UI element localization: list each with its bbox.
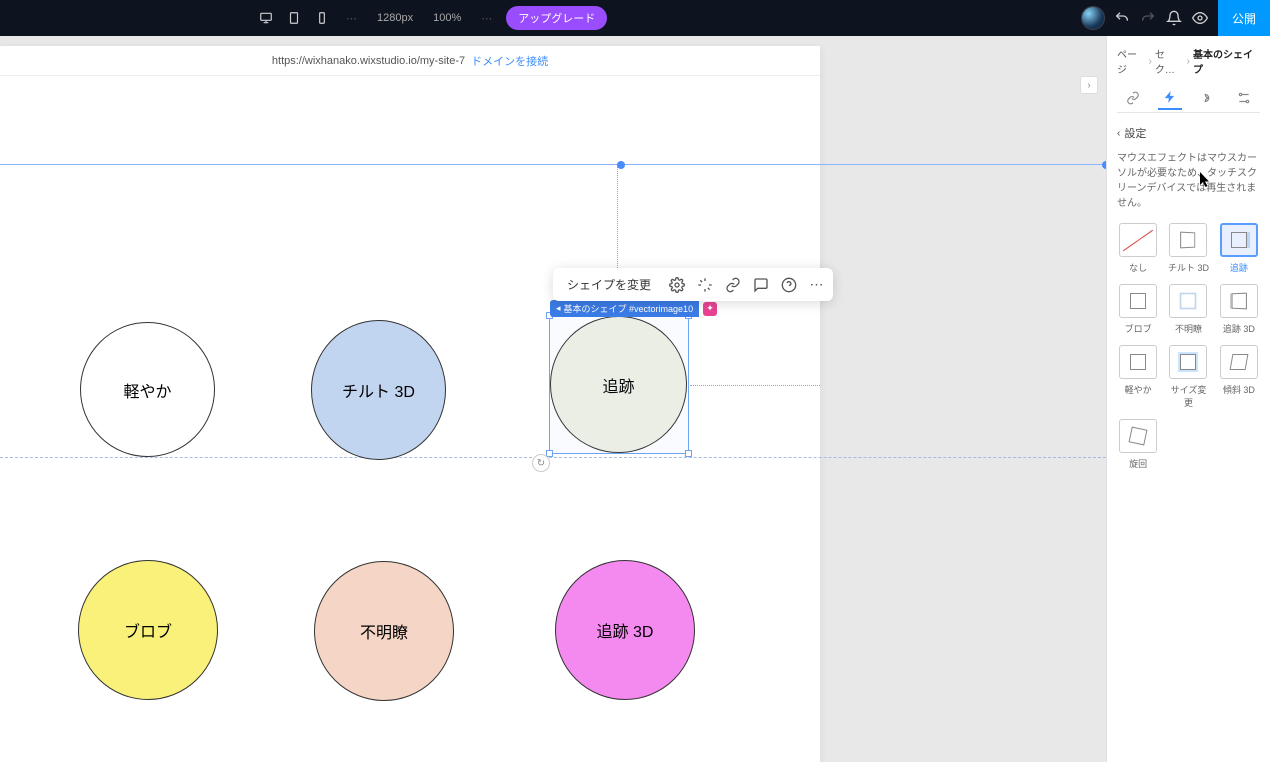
effect-thumb-blob xyxy=(1119,284,1157,318)
shape-blur[interactable]: 不明瞭 xyxy=(314,561,454,701)
tab-adjust-icon[interactable] xyxy=(1232,86,1256,110)
panel-hint: マウスエフェクトはマウスカーソルが必要なため、タッチスクリーンデバイスでは再生さ… xyxy=(1117,151,1260,223)
breadcrumb-current: 基本のシェイプ xyxy=(1193,46,1260,76)
preview-icon[interactable] xyxy=(1192,10,1208,26)
selected-element-chip[interactable]: ◂基本のシェイプ #vectorimage10 ✦ xyxy=(550,300,717,317)
device-ellipsis[interactable]: ⋯ xyxy=(340,12,363,25)
workspace: https://wixhanako.wixstudio.io/my-site-7… xyxy=(0,36,1270,762)
guide-line-top xyxy=(0,164,1106,165)
shape-track-3d-label: 追跡 3D xyxy=(597,618,654,642)
tab-design-icon[interactable] xyxy=(1121,86,1145,110)
connect-domain-link[interactable]: ドメインを接続 xyxy=(471,53,548,69)
url-bar: https://wixhanako.wixstudio.io/my-site-7… xyxy=(0,46,820,76)
effect-track[interactable]: 追跡 xyxy=(1218,223,1260,274)
animation-icon[interactable] xyxy=(697,277,713,293)
breadcrumb: ページ › セク… › 基本のシェイプ xyxy=(1117,44,1260,84)
breakpoint-label[interactable]: 1280px xyxy=(371,12,419,24)
effect-grid: なし チルト 3D 追跡ブロブ 不明瞭 追跡 3D 軽やか サイズ変更 傾斜 3D 旋回 xyxy=(1117,223,1260,470)
effect-label-track: 追跡 xyxy=(1230,261,1248,274)
effect-label-resize: サイズ変更 xyxy=(1167,383,1209,409)
effect-thumb-none xyxy=(1119,223,1157,257)
top-bar-right: 公開 xyxy=(1082,0,1262,36)
effect-blob[interactable]: ブロブ xyxy=(1117,284,1159,335)
element-badge[interactable]: ✦ xyxy=(703,302,717,316)
publish-button[interactable]: 公開 xyxy=(1218,0,1270,36)
effect-thumb-spin xyxy=(1119,419,1157,453)
zoom-label[interactable]: 100% xyxy=(427,12,467,24)
effect-glide[interactable]: 軽やか xyxy=(1117,345,1159,409)
shape-tilt-3d[interactable]: チルト 3D xyxy=(311,320,446,460)
shape-track-3d[interactable]: 追跡 3D xyxy=(555,560,695,700)
effect-thumb-track3d xyxy=(1220,284,1258,318)
effect-resize[interactable]: サイズ変更 xyxy=(1167,345,1209,409)
top-bar-left: ⋯ 1280px 100% ⋯ アップグレード xyxy=(8,6,607,30)
panel-back-label: 設定 xyxy=(1124,125,1146,141)
panel-back-button[interactable]: ‹ 設定 xyxy=(1117,121,1260,151)
shape-blob[interactable]: ブロブ xyxy=(78,560,218,700)
effect-thumb-tilt xyxy=(1169,223,1207,257)
effect-spin[interactable]: 旋回 xyxy=(1117,419,1159,470)
right-panel: ページ › セク… › 基本のシェイプ ‹ 設定 マウスエフェクトはマウスカーソ… xyxy=(1106,36,1270,762)
shape-glide[interactable]: 軽やか xyxy=(80,322,215,457)
effect-thumb-blur xyxy=(1169,284,1207,318)
bell-icon[interactable] xyxy=(1166,10,1182,26)
gear-icon[interactable] xyxy=(669,277,685,293)
link-icon[interactable] xyxy=(725,277,741,293)
effect-none[interactable]: なし xyxy=(1117,223,1159,274)
tab-layout-icon[interactable] xyxy=(1195,86,1219,110)
comment-icon[interactable] xyxy=(753,277,769,293)
effect-thumb-glide xyxy=(1119,345,1157,379)
effect-label-spin: 旋回 xyxy=(1129,457,1147,470)
help-icon[interactable] xyxy=(781,277,797,293)
top-bar: ⋯ 1280px 100% ⋯ アップグレード 公開 xyxy=(0,0,1270,36)
site-url: https://wixhanako.wixstudio.io/my-site-7 xyxy=(272,55,465,67)
effect-thumb-track xyxy=(1220,223,1258,257)
effect-skew3d[interactable]: 傾斜 3D xyxy=(1218,345,1260,409)
effect-label-glide: 軽やか xyxy=(1125,383,1152,396)
element-chip-text: 基本のシェイプ #vectorimage10 xyxy=(564,302,694,315)
shape-tilt-3d-label: チルト 3D xyxy=(342,378,415,402)
panel-tabs xyxy=(1117,84,1260,113)
effect-thumb-resize xyxy=(1169,345,1207,379)
effect-label-none: なし xyxy=(1129,261,1147,274)
mobile-icon[interactable] xyxy=(312,8,332,28)
change-shape-button[interactable]: シェイプを変更 xyxy=(561,274,657,295)
effect-track3d[interactable]: 追跡 3D xyxy=(1218,284,1260,335)
shape-track[interactable]: 追跡 xyxy=(550,316,687,453)
undo-icon[interactable] xyxy=(1114,10,1130,26)
repeat-rotate-button[interactable]: ↻ xyxy=(532,454,550,472)
effect-blur[interactable]: 不明瞭 xyxy=(1167,284,1209,335)
effect-label-skew3d: 傾斜 3D xyxy=(1223,383,1255,396)
desktop-icon[interactable] xyxy=(256,8,276,28)
effect-tilt[interactable]: チルト 3D xyxy=(1167,223,1209,274)
effect-label-track3d: 追跡 3D xyxy=(1223,322,1255,335)
tablet-icon[interactable] xyxy=(284,8,304,28)
breadcrumb-section[interactable]: セク… xyxy=(1155,46,1184,76)
floating-toolbar: シェイプを変更 ⋯ xyxy=(553,268,833,301)
guide-line-bottom xyxy=(0,457,1106,458)
avatar[interactable] xyxy=(1082,7,1104,29)
more-icon[interactable]: ⋯ xyxy=(809,277,825,293)
panel-collapse-button[interactable]: › xyxy=(1080,76,1098,94)
align-guide-horizontal xyxy=(690,385,820,386)
upgrade-button[interactable]: アップグレード xyxy=(506,6,607,30)
effect-label-blob: ブロブ xyxy=(1125,322,1152,335)
zoom-ellipsis[interactable]: ⋯ xyxy=(475,12,498,25)
tab-effects-icon[interactable] xyxy=(1158,86,1182,110)
effect-label-tilt: チルト 3D xyxy=(1168,261,1209,274)
effect-label-blur: 不明瞭 xyxy=(1175,322,1202,335)
canvas-area[interactable]: https://wixhanako.wixstudio.io/my-site-7… xyxy=(0,36,1106,762)
effect-thumb-skew3d xyxy=(1220,345,1258,379)
redo-icon[interactable] xyxy=(1140,10,1156,26)
breadcrumb-page[interactable]: ページ xyxy=(1117,46,1146,76)
